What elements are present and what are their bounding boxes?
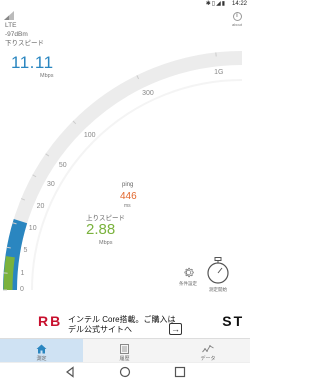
speed-gauge bbox=[3, 51, 243, 291]
home-icon bbox=[36, 344, 47, 354]
gauge-tick-mark bbox=[6, 246, 11, 249]
home-nav-icon[interactable] bbox=[119, 366, 131, 378]
tab-measure[interactable]: 測定 bbox=[0, 339, 83, 363]
back-icon[interactable] bbox=[64, 366, 76, 378]
tab-data-label: データ bbox=[200, 356, 216, 362]
gauge-tick-label: 1G bbox=[214, 69, 224, 77]
gauge-tick-label: 300 bbox=[142, 90, 154, 98]
gauge-tick-label: 5 bbox=[23, 247, 28, 254]
gauge-tick-label: 20 bbox=[36, 202, 45, 210]
gauge-tick-label: 1 bbox=[20, 270, 25, 278]
settings-label: 条件設定 bbox=[179, 281, 197, 286]
data-icon bbox=[202, 345, 214, 353]
settings-button[interactable]: 条件設定 bbox=[176, 266, 200, 287]
start-label: 測定開始 bbox=[209, 287, 227, 292]
upload-speed-value: 2.88 bbox=[86, 221, 116, 238]
app-screen: ✱▯◢▮ 14:22 LTE -97dBm 下りスピード i about 11.… bbox=[0, 0, 250, 380]
tab-history-label: 履歴 bbox=[119, 356, 130, 362]
history-icon bbox=[120, 344, 129, 354]
ping-label: ping bbox=[122, 182, 134, 188]
ad-arrow-icon[interactable]: → bbox=[169, 323, 182, 335]
tab-history[interactable]: 履歴 bbox=[83, 339, 166, 363]
gear-icon bbox=[183, 267, 194, 278]
recents-icon[interactable] bbox=[174, 366, 186, 378]
upload-level-bar bbox=[3, 256, 15, 291]
ad-banner[interactable]: RB ST インテル Core搭載。ご購入は デル公式サイトへ → bbox=[0, 312, 250, 338]
ping-unit: ms bbox=[124, 203, 131, 209]
tab-data[interactable]: データ bbox=[166, 339, 250, 363]
stopwatch-icon bbox=[207, 257, 229, 284]
gauge-tick-label: 50 bbox=[58, 161, 67, 169]
system-navigation-bar bbox=[0, 362, 250, 380]
gauge-tick-label: 10 bbox=[28, 224, 37, 232]
ad-text-line2: デル公式サイトへ bbox=[68, 324, 132, 335]
gauge-tick-label: 0 bbox=[20, 286, 24, 293]
bottom-tab-bar: 測定 履歴 データ bbox=[0, 338, 250, 363]
ping-value: 446 bbox=[120, 191, 137, 202]
start-measurement-button[interactable]: 測定開始 bbox=[204, 257, 232, 293]
gauge-tick-label: 100 bbox=[83, 131, 96, 139]
upload-speed-unit: Mbps bbox=[99, 240, 113, 246]
tab-measure-label: 測定 bbox=[36, 356, 47, 362]
gauge-tick-label: 30 bbox=[46, 180, 55, 188]
gauge-track bbox=[3, 51, 243, 291]
